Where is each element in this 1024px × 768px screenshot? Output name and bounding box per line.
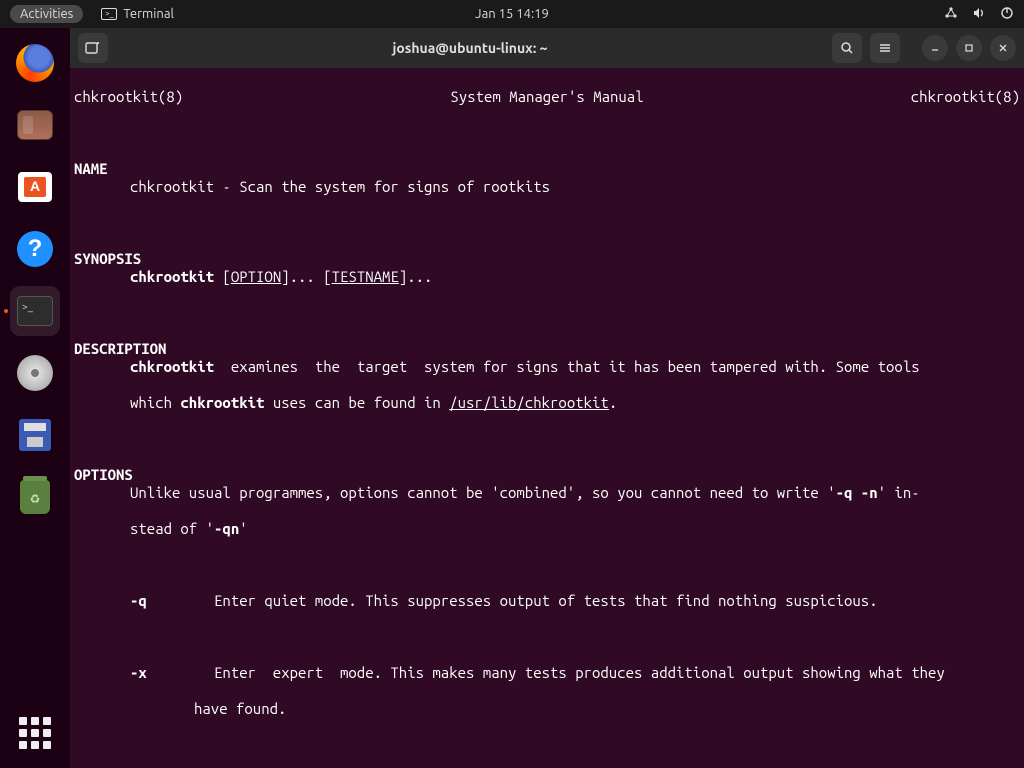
menu-button[interactable]: [870, 33, 900, 63]
opt-x-cont: have found.: [74, 700, 1020, 718]
trash-icon: [20, 480, 50, 514]
floppy-icon: [19, 419, 51, 451]
dock-firefox[interactable]: [10, 38, 60, 88]
dock-save[interactable]: [10, 410, 60, 460]
dock-disc[interactable]: [10, 348, 60, 398]
opt-x: -xEnter expert mode. This makes many tes…: [74, 664, 1020, 682]
man-header-right: chkrootkit(8): [911, 88, 1020, 106]
name-heading: NAME: [74, 160, 108, 177]
close-button[interactable]: [990, 35, 1016, 61]
firefox-icon: [16, 44, 54, 82]
minimize-button[interactable]: [922, 35, 948, 61]
activities-button[interactable]: Activities: [10, 5, 83, 23]
synopsis-line: chkrootkit [OPTION]... [TESTNAME]...: [74, 268, 1020, 286]
desc-line1: chkrootkit examines the target system fo…: [74, 358, 1020, 376]
power-icon[interactable]: [1000, 6, 1014, 23]
search-button[interactable]: [832, 33, 862, 63]
software-center-icon: [18, 172, 52, 202]
show-applications[interactable]: [10, 708, 60, 758]
gnome-top-bar: Activities >_ Terminal Jan 15 14:19: [0, 0, 1024, 28]
clock[interactable]: Jan 15 14:19: [475, 7, 549, 21]
terminal-icon: >_: [17, 296, 53, 326]
options-heading: OPTIONS: [74, 466, 133, 483]
app-menu[interactable]: >_ Terminal: [101, 7, 174, 21]
synopsis-heading: SYNOPSIS: [74, 250, 141, 267]
terminal-content[interactable]: chkrootkit(8) System Manager's Manual chkr…: [70, 68, 1024, 768]
disc-icon: [17, 355, 53, 391]
app-menu-label: Terminal: [123, 7, 174, 21]
dock-trash[interactable]: [10, 472, 60, 522]
desc-line2: which chkrootkit uses can be found in /u…: [74, 394, 1020, 412]
man-header-left: chkrootkit(8): [74, 88, 183, 106]
help-icon: ?: [17, 231, 53, 267]
window-titlebar: joshua@ubuntu-linux: ~: [70, 28, 1024, 68]
maximize-button[interactable]: [956, 35, 982, 61]
volume-icon[interactable]: [972, 6, 986, 23]
name-body: chkrootkit - Scan the system for signs o…: [74, 178, 1020, 196]
terminal-mini-icon: >_: [101, 8, 117, 20]
grid-icon: [19, 717, 51, 749]
description-heading: DESCRIPTION: [74, 340, 166, 357]
options-intro1: Unlike usual programmes, options cannot …: [74, 484, 1020, 502]
files-icon: [17, 110, 53, 140]
opt-q: -qEnter quiet mode. This suppresses outp…: [74, 592, 1020, 610]
dock-software[interactable]: [10, 162, 60, 212]
dock-help[interactable]: ?: [10, 224, 60, 274]
dock-terminal[interactable]: >_: [10, 286, 60, 336]
man-header-center: System Manager's Manual: [450, 88, 643, 106]
dock-files[interactable]: [10, 100, 60, 150]
terminal-window: joshua@ubuntu-linux: ~ chkrootkit(8) Syst…: [70, 28, 1024, 768]
network-icon[interactable]: [944, 6, 958, 23]
options-intro2: stead of '-qn': [74, 520, 1020, 538]
ubuntu-dock: ? >_: [0, 28, 70, 768]
window-title: joshua@ubuntu-linux: ~: [108, 40, 832, 56]
new-tab-button[interactable]: [78, 33, 108, 63]
